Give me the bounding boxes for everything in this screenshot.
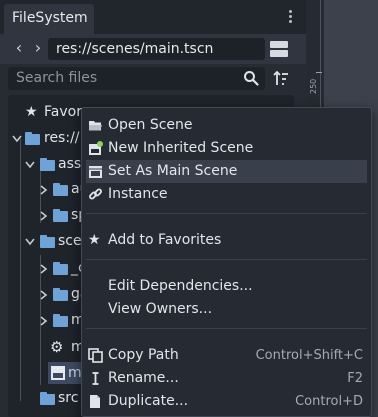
menu-item-set-as-main-scene[interactable]: Set As Main Scene <box>86 160 367 183</box>
menu-item-new-inherited-scene[interactable]: New Inherited Scene <box>86 137 367 160</box>
back-arrow-icon[interactable]: ‹ <box>12 40 26 56</box>
new-inherited-scene-icon <box>89 141 103 155</box>
folder-icon <box>53 209 68 222</box>
star-icon: ★ <box>88 232 101 248</box>
search-icon[interactable] <box>243 70 259 86</box>
menu-item-rename[interactable]: Rename... F2 <box>86 367 367 390</box>
text-cursor-icon <box>92 372 99 385</box>
chevron-right-icon[interactable] <box>38 184 48 196</box>
ruler-tick <box>316 72 322 73</box>
folder-icon <box>53 288 68 301</box>
star-icon: ★ <box>25 104 38 120</box>
menu-item-open-scene[interactable]: Open Scene <box>86 114 367 137</box>
sort-icon[interactable] <box>272 70 290 88</box>
dock-menu-icon[interactable] <box>284 8 296 28</box>
menu-separator <box>86 328 367 329</box>
search-input[interactable]: Search files <box>8 67 265 90</box>
chevron-right-icon[interactable] <box>38 315 48 327</box>
folder-icon <box>25 132 40 145</box>
scene-file-icon <box>51 366 65 380</box>
chevron-down-icon[interactable] <box>25 159 35 171</box>
folder-icon <box>40 392 55 405</box>
menu-separator <box>86 213 367 214</box>
folder-icon <box>40 235 55 248</box>
folder-icon <box>53 314 68 327</box>
copy-icon <box>88 348 103 363</box>
menu-item-duplicate[interactable]: Duplicate... Control+D <box>86 390 367 413</box>
menu-item-add-to-favorites[interactable]: ★ Add to Favorites <box>86 229 367 252</box>
menu-item-edit-dependencies[interactable]: Edit Dependencies... <box>86 275 367 298</box>
link-icon <box>89 188 102 200</box>
ruler-label: 250 <box>309 78 318 94</box>
context-menu: Open Scene New Inherited Scene Set As Ma… <box>81 107 372 417</box>
menu-item-instance[interactable]: Instance <box>86 183 367 206</box>
chevron-right-icon[interactable] <box>38 210 48 222</box>
menu-item-view-owners[interactable]: View Owners... <box>86 298 367 321</box>
chevron-down-icon[interactable] <box>12 133 22 145</box>
forward-arrow-icon[interactable]: › <box>31 40 45 56</box>
chevron-right-icon[interactable] <box>38 263 48 275</box>
folder-icon <box>53 183 68 196</box>
chevron-right-icon[interactable] <box>38 289 48 301</box>
split-mode-icon[interactable] <box>270 40 288 58</box>
chevron-down-icon[interactable] <box>25 236 35 248</box>
menu-separator <box>86 259 367 260</box>
menu-item-copy-path[interactable]: Copy Path Control+Shift+C <box>86 344 367 367</box>
tab-filesystem[interactable]: FileSystem <box>4 4 94 34</box>
folder-icon <box>40 158 55 171</box>
path-input[interactable]: res://scenes/main.tscn <box>48 38 265 60</box>
duplicate-icon <box>90 395 100 408</box>
gear-icon: ⚙ <box>50 338 64 356</box>
folder-open-icon <box>89 121 102 131</box>
clapperboard-icon <box>89 166 102 178</box>
folder-icon <box>53 262 68 275</box>
